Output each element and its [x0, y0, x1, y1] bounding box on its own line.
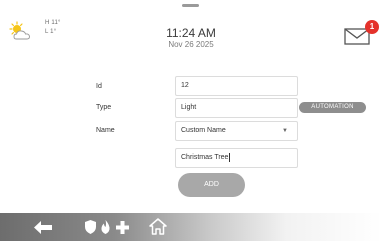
- clock-time: 11:24 AM: [166, 26, 216, 40]
- id-label: Id: [96, 83, 102, 90]
- automation-button[interactable]: AUTOMATION: [299, 102, 366, 113]
- type-label: Type: [96, 104, 112, 111]
- name-label: Name: [96, 127, 115, 134]
- notification-badge: 1: [365, 20, 379, 34]
- plus-icon[interactable]: [116, 221, 129, 234]
- shield-icon[interactable]: [85, 220, 96, 234]
- caret-down-icon: ▼: [282, 128, 288, 134]
- text-cursor: [229, 152, 231, 162]
- flame-icon[interactable]: [100, 220, 111, 234]
- pull-down-handle[interactable]: [182, 4, 199, 7]
- name-select-value: Custom Name: [181, 127, 226, 134]
- clock-date: Nov 26 2025: [168, 40, 214, 49]
- bottom-nav-bar: [0, 213, 382, 241]
- name-select[interactable]: Custom Name ▼: [175, 121, 298, 141]
- custom-name-input[interactable]: Christmas Tree: [175, 148, 298, 168]
- custom-name-text: Christmas Tree: [181, 154, 229, 161]
- back-arrow-icon[interactable]: [34, 221, 52, 234]
- app-screen: H 11° L 1° 11:24 AM Nov 26 2025 1 Id 12 …: [0, 0, 382, 241]
- add-button[interactable]: ADD: [178, 173, 245, 197]
- type-field[interactable]: Light: [175, 98, 298, 118]
- home-icon[interactable]: [149, 218, 167, 235]
- id-field[interactable]: 12: [175, 76, 298, 96]
